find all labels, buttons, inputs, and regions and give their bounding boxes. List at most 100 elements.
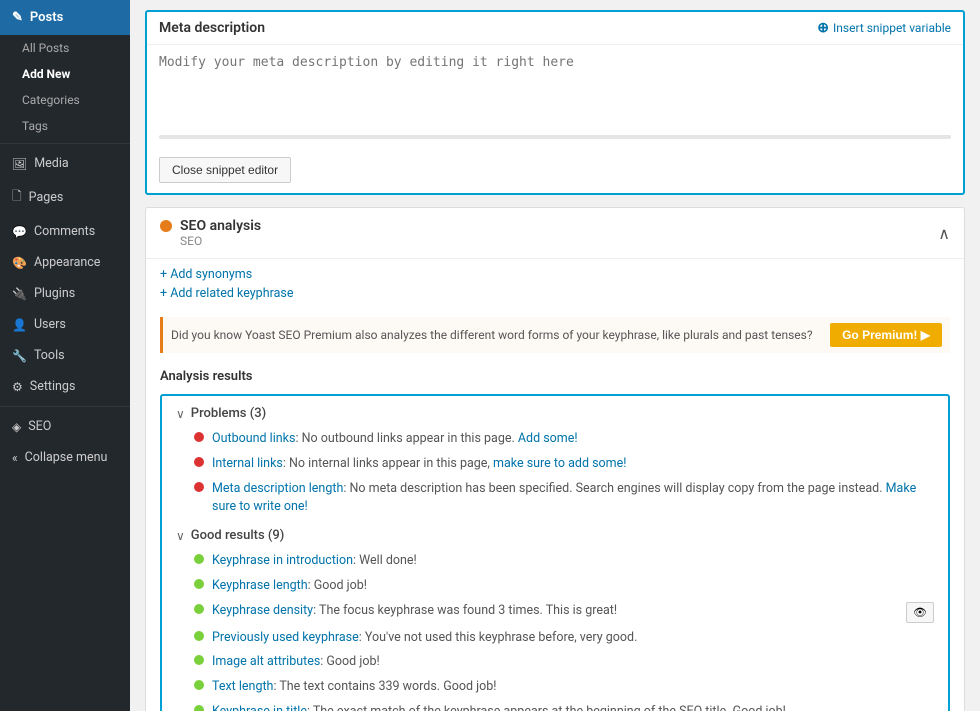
image-alt-link[interactable]: Image alt attributes <box>212 654 320 669</box>
sidebar-item-tools[interactable]: 🔧 Tools <box>0 340 130 371</box>
problem-meta-description: Meta description length: No meta descrip… <box>176 477 934 521</box>
users-icon: 👤 <box>12 318 27 332</box>
add-synonyms-link[interactable]: + Add synonyms <box>160 267 950 282</box>
good-keyphrase-length: Keyphrase length: Good job! <box>176 574 934 599</box>
sidebar-item-users[interactable]: 👤 Users <box>0 309 130 340</box>
insert-snippet-button[interactable]: ⊕ Insert snippet variable <box>817 20 951 36</box>
sidebar-item-media[interactable]: 🖼 Media <box>0 148 130 179</box>
good-text-length: Text length: The text contains 339 words… <box>176 675 934 700</box>
previously-used-link[interactable]: Previously used keyphrase <box>212 630 359 645</box>
good-image-alt-text: Image alt attributes: Good job! <box>212 653 934 672</box>
sidebar-item-categories[interactable]: Categories <box>0 87 130 113</box>
chevron-up-icon[interactable]: ∧ <box>938 224 950 243</box>
seo-sub-label: SEO <box>160 234 261 248</box>
plugins-icon: 🔌 <box>12 287 27 301</box>
problem-meta-text: Meta description length: No meta descrip… <box>212 480 934 518</box>
settings-icon: ⚙ <box>12 380 23 394</box>
appearance-label: Appearance <box>34 255 101 270</box>
red-dot-icon-2 <box>194 457 204 467</box>
tools-icon: 🔧 <box>12 349 27 363</box>
sidebar-item-tags[interactable]: Tags <box>0 113 130 139</box>
problem-outbound-links: Outbound links: No outbound links appear… <box>176 427 934 452</box>
sidebar-item-collapse[interactable]: « Collapse menu <box>0 442 130 473</box>
problems-chevron-icon: ∨ <box>176 407 185 421</box>
eye-icon: 👁 <box>913 607 927 619</box>
meta-description-length-link[interactable]: Meta description length <box>212 481 343 496</box>
comments-icon: 💬 <box>12 225 27 239</box>
sidebar-header[interactable]: ✎ Posts <box>0 0 130 35</box>
sidebar-item-all-posts[interactable]: All Posts <box>0 35 130 61</box>
media-icon: 🖼 <box>12 157 27 171</box>
sidebar-item-plugins[interactable]: 🔌 Plugins <box>0 278 130 309</box>
good-results-section: ∨ Good results (9) Keyphrase in introduc… <box>176 528 934 711</box>
sidebar-item-comments[interactable]: 💬 Comments <box>0 216 130 247</box>
outbound-links-link[interactable]: Outbound links <box>212 431 295 446</box>
analysis-results-container: Analysis results ∨ Problems (3) Outbound… <box>146 361 964 711</box>
meta-box-header: Meta description ⊕ Insert snippet variab… <box>147 12 963 45</box>
progress-bar-row <box>147 129 963 149</box>
sidebar-item-seo[interactable]: ◈ SEO <box>0 411 130 442</box>
add-keyphrase-link[interactable]: + Add related keyphrase <box>160 286 950 301</box>
good-results-collapse-header[interactable]: ∨ Good results (9) <box>176 528 934 543</box>
seo-label: SEO <box>28 419 51 434</box>
plugins-label: Plugins <box>34 286 75 301</box>
make-sure-add-link[interactable]: make sure to add some! <box>493 456 626 471</box>
analysis-results: ∨ Problems (3) Outbound links: No outbou… <box>160 394 950 711</box>
red-dot-icon-3 <box>194 482 204 492</box>
eye-button[interactable]: 👁 <box>906 602 934 623</box>
problem-internal-links: Internal links: No internal links appear… <box>176 452 934 477</box>
go-premium-button[interactable]: Go Premium! ▶ <box>830 323 942 347</box>
green-dot-icon-2 <box>194 579 204 589</box>
sidebar-item-appearance[interactable]: 🎨 Appearance <box>0 247 130 278</box>
good-results-header-label: Good results (9) <box>191 528 285 543</box>
keyphrase-length-link[interactable]: Keyphrase length <box>212 578 308 593</box>
density-left: Keyphrase density: The focus keyphrase w… <box>194 602 898 621</box>
meta-description-textarea[interactable] <box>147 45 963 125</box>
synonyms-row: + Add synonyms + Add related keyphrase <box>146 259 964 309</box>
sidebar-header-label: Posts <box>30 10 63 25</box>
premium-notice-text: Did you know Yoast SEO Premium also anal… <box>171 328 813 342</box>
premium-notice: Did you know Yoast SEO Premium also anal… <box>160 317 950 353</box>
collapse-icon: « <box>12 451 18 465</box>
add-some-link[interactable]: Add some! <box>518 431 578 446</box>
good-keyphrase-intro: Keyphrase in introduction: Well done! <box>176 549 934 574</box>
problems-section: ∨ Problems (3) Outbound links: No outbou… <box>176 406 934 520</box>
sidebar: ✎ Posts All Posts Add New Categories Tag… <box>0 0 130 711</box>
good-keyphrase-density-text: Keyphrase density: The focus keyphrase w… <box>212 602 898 621</box>
good-text-length-text: Text length: The text contains 339 words… <box>212 678 934 697</box>
good-previously-used-text: Previously used keyphrase: You've not us… <box>212 629 934 648</box>
seo-status-dot-orange <box>160 220 172 232</box>
keyphrase-density-link[interactable]: Keyphrase density <box>212 603 313 618</box>
problem-outbound-text: Outbound links: No outbound links appear… <box>212 430 934 449</box>
good-keyphrase-density: Keyphrase density: The focus keyphrase w… <box>176 599 934 626</box>
plus-circle-icon: ⊕ <box>817 20 829 36</box>
good-keyphrase-title-text: Keyphrase in title: The exact match of t… <box>212 703 934 711</box>
good-previously-used: Previously used keyphrase: You've not us… <box>176 626 934 651</box>
collapse-label: Collapse menu <box>25 450 108 465</box>
problems-collapse-header[interactable]: ∨ Problems (3) <box>176 406 934 421</box>
close-snippet-button[interactable]: Close snippet editor <box>159 157 291 183</box>
appearance-icon: 🎨 <box>12 256 27 270</box>
good-keyphrase-length-text: Keyphrase length: Good job! <box>212 577 934 596</box>
keyphrase-introduction-link[interactable]: Keyphrase in introduction <box>212 553 353 568</box>
green-dot-icon-1 <box>194 554 204 564</box>
good-image-alt: Image alt attributes: Good job! <box>176 650 934 675</box>
good-keyphrase-intro-text: Keyphrase in introduction: Well done! <box>212 552 934 571</box>
text-length-link[interactable]: Text length <box>212 679 273 694</box>
sidebar-item-pages[interactable]: 🗋 Pages <box>0 179 130 216</box>
insert-snippet-label: Insert snippet variable <box>833 21 951 35</box>
green-dot-icon-4 <box>194 631 204 641</box>
comments-label: Comments <box>34 224 95 239</box>
seo-section-header: SEO analysis SEO ∧ <box>146 208 964 259</box>
sidebar-item-add-new[interactable]: Add New <box>0 61 130 87</box>
seo-main-title: SEO analysis <box>180 218 261 234</box>
pages-label: Pages <box>29 190 64 205</box>
users-label: Users <box>34 317 66 332</box>
pages-icon: 🗋 <box>12 187 22 208</box>
keyphrase-title-link[interactable]: Keyphrase in title <box>212 704 307 711</box>
close-snippet-row: Close snippet editor <box>147 149 963 193</box>
green-dot-icon-6 <box>194 680 204 690</box>
main-content: Meta description ⊕ Insert snippet variab… <box>130 0 980 711</box>
sidebar-item-settings[interactable]: ⚙ Settings <box>0 371 130 402</box>
internal-links-link[interactable]: Internal links <box>212 456 283 471</box>
